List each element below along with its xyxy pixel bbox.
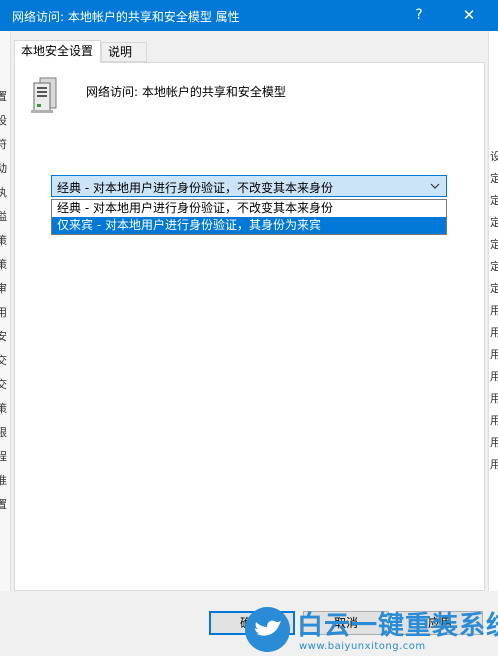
combobox-selected-value: 经典 - 对本地用户进行身份验证，不改变其本来身份 [57,181,333,195]
option-classic[interactable]: 经典 - 对本地用户进行身份验证，不改变其本来身份 [52,200,446,217]
chevron-down-icon[interactable] [428,178,442,194]
background-text: 策 [0,258,7,271]
background-text: 定 [490,260,498,273]
security-model-combobox[interactable]: 经典 - 对本地用户进行身份验证，不改变其本来身份 [51,175,447,197]
background-text: 准 [0,474,7,487]
policy-name: 网络访问: 本地帐户的共享和安全模型 [86,85,286,99]
background-text: 设 [490,150,498,163]
option-guest-only[interactable]: 仅来宾 - 对本地用户进行身份验证，其身份为来宾 [52,217,446,234]
background-text: 定 [490,238,498,251]
background-text: 交 [0,378,7,391]
tab-page: 网络访问: 本地帐户的共享和安全模型 [14,62,485,591]
background-text: 用 [490,392,498,405]
background-text: 溢 [0,210,7,223]
server-icon [31,77,57,113]
background-text: 用 [490,304,498,317]
combobox-dropdown-list: 经典 - 对本地用户进行身份验证，不改变其本来身份 仅来宾 - 对本地用户进行身… [51,199,447,235]
help-button[interactable]: ? [396,0,442,31]
bird-logo-icon [245,607,290,652]
background-text: 置 [0,90,7,103]
background-text: 执 [0,186,7,199]
window-title: 网络访问: 本地帐户的共享和安全模型 属性 [12,10,240,24]
background-text: 策 [0,234,7,247]
title-bar: 网络访问: 本地帐户的共享和安全模型 属性 ? ✕ [0,0,498,31]
background-text: 用 [490,370,498,383]
background-text: 用 [0,306,7,319]
background-text: 定 [490,194,498,207]
background-text: 审 [0,282,7,295]
background-text: 定 [490,172,498,185]
tab-explain[interactable]: 说明 [101,42,147,62]
background-text: 设 [0,114,7,127]
background-text: 交 [0,354,7,367]
background-text: 动 [0,162,7,175]
background-text: 用 [490,348,498,361]
background-text: 程 [0,450,7,463]
background-text: 用 [490,326,498,339]
tab-local-security-setting[interactable]: 本地安全设置 [14,40,101,63]
background-text: 定 [490,216,498,229]
watermark-url: www.baiyunxitong.com [299,641,426,652]
background-text: 安 [0,330,7,343]
background-text: 置 [0,498,7,511]
background-text: 用 [490,436,498,449]
background-text: 用 [490,458,498,471]
background-text: 策 [0,402,7,415]
watermark-brand: 白云一键重装系统 [297,611,498,641]
background-text: 限 [0,426,7,439]
background-window-left: 置设符动执溢策策审用安交交策限程准置 [0,31,11,591]
background-text: 定 [490,282,498,295]
close-button[interactable]: ✕ [446,0,492,31]
watermark: 白云一键重装系统 www.baiyunxitong.com [245,605,498,656]
background-text: 用 [490,414,498,427]
background-window-right: 设定定定定定定用用用用用用用用 [488,31,498,591]
background-text: 符 [0,138,7,151]
